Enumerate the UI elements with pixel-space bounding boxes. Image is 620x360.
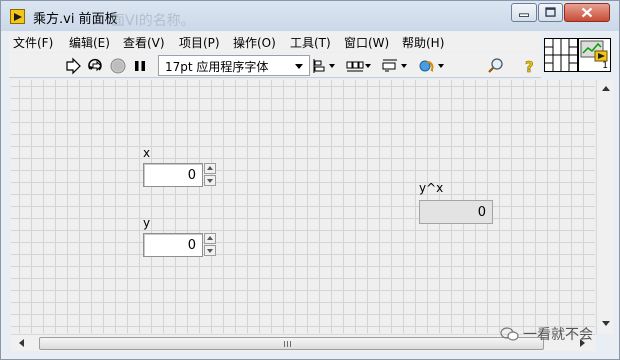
pause-icon[interactable] bbox=[131, 57, 149, 75]
arrow-up-icon bbox=[207, 236, 213, 240]
distribute-objects-icon[interactable] bbox=[346, 57, 364, 75]
maximize-icon bbox=[545, 7, 556, 17]
menu-edit[interactable]: 编辑(E) bbox=[69, 34, 110, 51]
font-select-value: 17pt 应用程序字体 bbox=[165, 60, 269, 74]
menu-operate[interactable]: 操作(O) bbox=[233, 34, 276, 51]
ghost-title-text: 面VI的名称。 bbox=[111, 13, 195, 29]
labview-front-panel-window: 乘方.vi 前面板 面VI的名称。 文件(F) 编辑(E) 查看(V) 项目(P… bbox=[0, 0, 620, 360]
menu-help[interactable]: 帮助(H) bbox=[402, 34, 444, 51]
x-numeric-control[interactable]: 0 bbox=[143, 163, 203, 187]
close-icon bbox=[581, 7, 593, 18]
window-title: 乘方.vi 前面板 bbox=[33, 12, 118, 27]
align-objects-icon[interactable] bbox=[311, 57, 329, 75]
x-control-label: x bbox=[143, 146, 151, 160]
scroll-up-icon[interactable] bbox=[602, 86, 610, 91]
x-decrement-button[interactable] bbox=[204, 175, 216, 186]
result-numeric-indicator: 0 bbox=[419, 200, 493, 224]
menu-window[interactable]: 窗口(W) bbox=[344, 34, 389, 51]
maximize-button[interactable] bbox=[538, 3, 563, 22]
reorder-dropdown-icon[interactable] bbox=[438, 64, 444, 68]
menu-file[interactable]: 文件(F) bbox=[13, 34, 53, 51]
arrow-down-icon bbox=[207, 179, 213, 183]
search-icon[interactable] bbox=[487, 57, 505, 75]
menu-bar: 文件(F) 编辑(E) 查看(V) 项目(P) 操作(O) 工具(T) 窗口(W… bbox=[9, 32, 541, 52]
horizontal-scroll-thumb[interactable] bbox=[39, 337, 544, 350]
toolbar: 17pt 应用程序字体 ? bbox=[9, 53, 541, 78]
abort-icon[interactable] bbox=[109, 57, 127, 75]
align-dropdown-icon[interactable] bbox=[329, 64, 335, 68]
distribute-dropdown-icon[interactable] bbox=[365, 64, 371, 68]
minimize-icon bbox=[519, 13, 529, 17]
scroll-down-icon[interactable] bbox=[602, 321, 610, 326]
context-help-icon[interactable]: ? bbox=[521, 57, 539, 75]
result-indicator-label: y^x bbox=[419, 181, 444, 195]
scroll-left-icon[interactable] bbox=[19, 339, 24, 347]
resize-objects-icon[interactable] bbox=[381, 57, 399, 75]
y-control-label: y bbox=[143, 216, 151, 230]
y-numeric-control[interactable]: 0 bbox=[143, 233, 203, 257]
front-panel-canvas[interactable]: x 0 y 0 y^x 0 bbox=[11, 80, 595, 333]
watermark-text: 一看就不会 bbox=[523, 327, 593, 343]
connector-grid-icon bbox=[545, 39, 577, 71]
vertical-scrollbar[interactable] bbox=[596, 80, 613, 334]
connector-pane[interactable] bbox=[544, 38, 578, 72]
vi-icon[interactable]: 1 bbox=[578, 38, 611, 72]
grip-icon bbox=[284, 341, 292, 347]
font-select[interactable]: 17pt 应用程序字体 bbox=[158, 55, 310, 76]
menu-tools[interactable]: 工具(T) bbox=[290, 34, 331, 51]
menu-project[interactable]: 项目(P) bbox=[179, 34, 220, 51]
menu-view[interactable]: 查看(V) bbox=[123, 34, 165, 51]
y-decrement-button[interactable] bbox=[204, 245, 216, 256]
resize-dropdown-icon[interactable] bbox=[401, 64, 407, 68]
run-continuously-icon[interactable] bbox=[86, 57, 104, 75]
reorder-icon[interactable] bbox=[418, 57, 436, 75]
connector-number: 1 bbox=[602, 61, 608, 71]
wechat-logo-icon bbox=[500, 327, 519, 341]
x-increment-button[interactable] bbox=[204, 163, 216, 174]
arrow-down-icon bbox=[207, 249, 213, 253]
run-arrow-icon[interactable] bbox=[64, 57, 82, 75]
title-bar[interactable]: 乘方.vi 前面板 面VI的名称。 bbox=[1, 1, 619, 31]
svg-text:?: ? bbox=[525, 58, 534, 75]
chevron-down-icon bbox=[295, 64, 303, 69]
y-increment-button[interactable] bbox=[204, 233, 216, 244]
arrow-up-icon bbox=[207, 166, 213, 170]
minimize-button[interactable] bbox=[511, 3, 537, 22]
labview-app-icon bbox=[10, 9, 25, 24]
close-button[interactable] bbox=[564, 3, 610, 22]
